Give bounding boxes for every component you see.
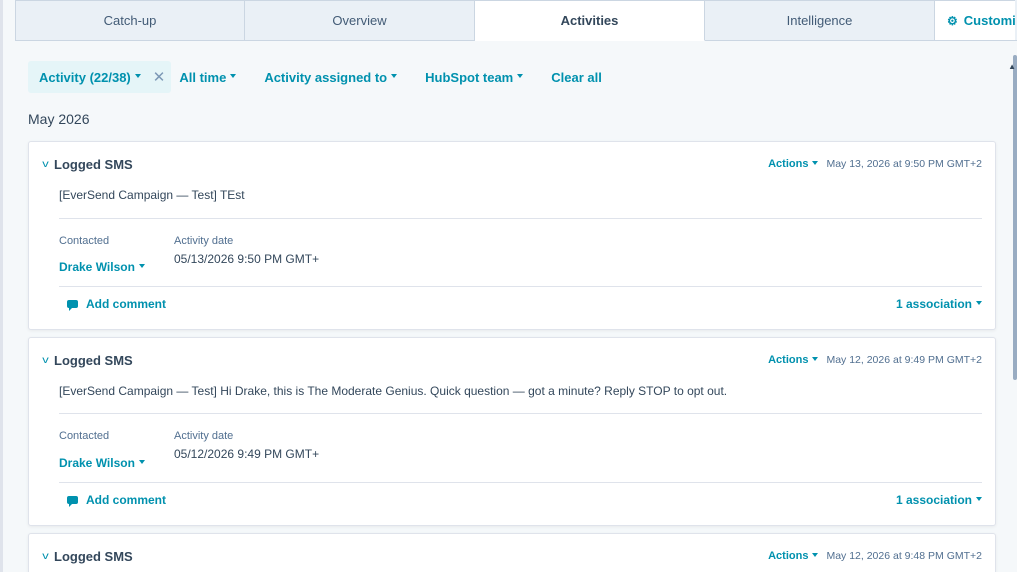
activity-card: v Logged SMS Actions May 12, 2026 at 9:4… bbox=[28, 533, 996, 572]
tab-intelligence[interactable]: Intelligence bbox=[705, 0, 935, 40]
activity-title: Logged SMS bbox=[54, 157, 133, 172]
tab-label: Activities bbox=[560, 13, 619, 28]
team-filter-label: HubSpot team bbox=[425, 69, 514, 85]
assigned-filter-label: Activity assigned to bbox=[264, 69, 388, 85]
activity-filter-label: Activity (22/38) bbox=[39, 69, 131, 85]
tab-overview[interactable]: Overview bbox=[245, 0, 475, 40]
divider bbox=[59, 286, 982, 287]
activity-date-value[interactable]: 05/13/2026 9:50 PM GMT+ bbox=[174, 252, 319, 266]
actions-dropdown[interactable]: Actions bbox=[768, 158, 819, 170]
actions-label: Actions bbox=[768, 354, 809, 366]
activity-filters: Activity (22/38) ✕ All time Activity ass… bbox=[28, 61, 602, 93]
associations-label: 1 association bbox=[895, 493, 972, 507]
add-comment-label: Add comment bbox=[86, 297, 167, 311]
caret-down-icon bbox=[138, 264, 145, 268]
month-heading: May 2026 bbox=[28, 111, 90, 127]
chevron-down-icon: v bbox=[42, 355, 49, 366]
activity-body: [EverSend Campaign — Test] Hi Drake, thi… bbox=[59, 384, 728, 398]
chevron-down-icon: v bbox=[42, 551, 49, 562]
time-filter-dropdown[interactable]: All time bbox=[179, 69, 237, 85]
card-header-toggle[interactable]: v Logged SMS bbox=[42, 353, 133, 368]
contacted-label: Contacted bbox=[59, 430, 110, 442]
caret-down-icon bbox=[134, 74, 141, 78]
comment-icon bbox=[67, 496, 78, 507]
caret-down-icon bbox=[230, 74, 237, 78]
tab-label: Catch-up bbox=[103, 13, 157, 28]
time-filter-label: All time bbox=[179, 69, 227, 85]
scroll-up-icon[interactable]: ▲ bbox=[1008, 62, 1016, 71]
activity-date-value[interactable]: 05/12/2026 9:49 PM GMT+ bbox=[174, 447, 319, 461]
tab-activities[interactable]: Activities bbox=[475, 0, 705, 41]
associations-dropdown[interactable]: 1 association bbox=[896, 493, 982, 507]
tab-label: Overview bbox=[332, 13, 387, 28]
contact-dropdown[interactable]: Drake Wilson bbox=[59, 260, 145, 274]
scrollbar[interactable] bbox=[1013, 55, 1017, 380]
left-border bbox=[0, 0, 3, 572]
divider bbox=[59, 482, 982, 483]
activity-timestamp: May 12, 2026 at 9:49 PM GMT+2 bbox=[826, 354, 982, 366]
clear-all-label: Clear all bbox=[551, 69, 602, 85]
record-tabs: Catch-up Overview Activities Intelligenc… bbox=[15, 0, 1017, 41]
caret-down-icon bbox=[812, 161, 819, 165]
contacted-label: Contacted bbox=[59, 235, 110, 247]
activity-timestamp: May 13, 2026 at 9:50 PM GMT+2 bbox=[826, 158, 982, 170]
caret-down-icon bbox=[517, 74, 524, 78]
clear-all-button[interactable]: Clear all bbox=[551, 70, 602, 85]
actions-label: Actions bbox=[768, 550, 809, 562]
divider bbox=[59, 413, 982, 414]
activity-date-label: Activity date bbox=[174, 235, 234, 247]
actions-dropdown[interactable]: Actions bbox=[768, 354, 819, 366]
team-filter-dropdown[interactable]: HubSpot team bbox=[425, 69, 524, 85]
contact-dropdown[interactable]: Drake Wilson bbox=[59, 456, 145, 470]
actions-label: Actions bbox=[768, 158, 809, 170]
add-comment-button[interactable]: Add comment bbox=[67, 493, 166, 507]
card-header-toggle[interactable]: v Logged SMS bbox=[42, 157, 133, 172]
tab-label: Intelligence bbox=[786, 13, 853, 28]
close-icon[interactable]: ✕ bbox=[153, 70, 166, 85]
add-comment-label: Add comment bbox=[86, 493, 167, 507]
activity-card: v Logged SMS Actions May 13, 2026 at 9:5… bbox=[28, 141, 996, 330]
card-header-toggle[interactable]: v Logged SMS bbox=[42, 549, 133, 564]
caret-down-icon bbox=[812, 357, 819, 361]
chevron-down-icon: v bbox=[42, 159, 49, 170]
add-comment-button[interactable]: Add comment bbox=[67, 297, 166, 311]
caret-down-icon bbox=[812, 553, 819, 557]
contact-name: Drake Wilson bbox=[59, 456, 135, 470]
associations-dropdown[interactable]: 1 association bbox=[896, 297, 982, 311]
assigned-filter-dropdown[interactable]: Activity assigned to bbox=[264, 69, 398, 85]
activity-filter-chip[interactable]: Activity (22/38) ✕ bbox=[28, 61, 172, 93]
caret-down-icon bbox=[976, 497, 982, 501]
associations-label: 1 association bbox=[895, 297, 972, 311]
activity-title: Logged SMS bbox=[54, 353, 133, 368]
activity-body: [EverSend Campaign — Test] TEst bbox=[59, 188, 245, 202]
actions-dropdown[interactable]: Actions bbox=[768, 550, 819, 562]
customize-tabs-button[interactable]: ⚙ Customi bbox=[935, 0, 1015, 40]
activity-title: Logged SMS bbox=[54, 549, 133, 564]
activity-timestamp: May 12, 2026 at 9:48 PM GMT+2 bbox=[826, 550, 982, 562]
tab-catch-up[interactable]: Catch-up bbox=[15, 0, 245, 40]
caret-down-icon bbox=[976, 301, 982, 305]
gear-icon: ⚙ bbox=[947, 13, 958, 28]
comment-icon bbox=[67, 300, 78, 311]
caret-down-icon bbox=[391, 74, 398, 78]
activity-date-label: Activity date bbox=[174, 430, 234, 442]
caret-down-icon bbox=[138, 460, 145, 464]
activity-card: v Logged SMS Actions May 12, 2026 at 9:4… bbox=[28, 337, 996, 526]
divider bbox=[59, 218, 982, 219]
contact-name: Drake Wilson bbox=[59, 260, 135, 274]
customize-label: Customi bbox=[963, 13, 1015, 28]
